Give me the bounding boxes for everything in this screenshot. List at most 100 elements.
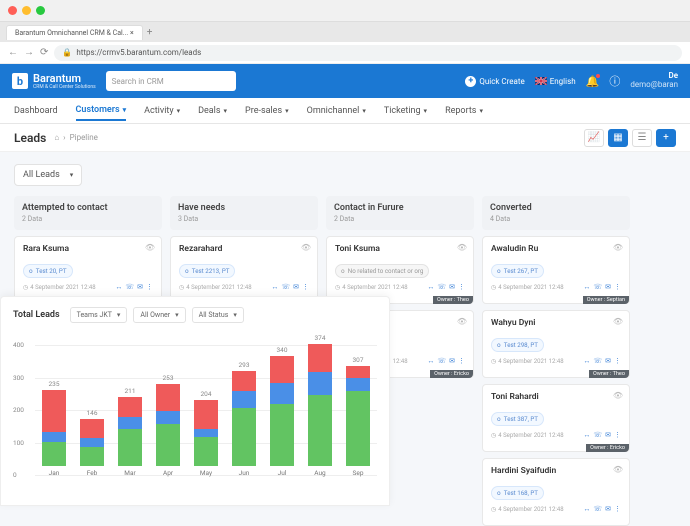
more-icon[interactable]: ⋮ (614, 283, 621, 291)
eye-icon[interactable]: 👁 (613, 465, 623, 474)
more-icon[interactable]: ⋮ (146, 283, 153, 291)
minimize-window-icon[interactable] (22, 6, 31, 15)
bar-column: 340Jul (270, 356, 294, 478)
quick-create-button[interactable]: + Quick Create (465, 76, 524, 87)
call-icon[interactable]: ☏ (593, 283, 602, 291)
owner-badge: Owner : Ericko (430, 370, 473, 378)
call-icon[interactable]: ☏ (593, 431, 602, 439)
mail-icon[interactable]: ✉ (293, 283, 299, 291)
view-kanban-button[interactable]: ▦ (608, 129, 628, 147)
nav-deals[interactable]: Deals▾ (198, 106, 227, 116)
bar-segment (80, 447, 104, 467)
call-icon[interactable]: ☏ (125, 283, 134, 291)
bar-value: 204 (201, 390, 212, 398)
lead-name: Toni Rahardi (491, 392, 621, 402)
mail-icon[interactable]: ✉ (605, 283, 611, 291)
more-icon[interactable]: ⋮ (302, 283, 309, 291)
user-menu[interactable]: De demo@baran (630, 72, 678, 90)
chevron-down-icon: ▾ (117, 311, 121, 319)
call-icon[interactable]: ☏ (437, 283, 446, 291)
nav-customers[interactable]: Customers▾ (76, 105, 127, 121)
lead-card[interactable]: 👁Hardini Syaifudin𝗈Test 168, PT◷4 Septem… (482, 458, 630, 526)
brand-logo[interactable]: b Barantum CRM & Call Center Solutions (12, 72, 96, 90)
mail-icon[interactable]: ✉ (449, 357, 455, 365)
chevron-down-icon: ▾ (233, 311, 237, 319)
mail-icon[interactable]: ✉ (137, 283, 143, 291)
all-leads-filter[interactable]: All Leads ▾ (14, 164, 82, 186)
call-icon[interactable]: ☏ (281, 283, 290, 291)
more-icon[interactable]: ⋮ (614, 357, 621, 365)
lead-card[interactable]: 👁Toni Rahardi𝗈Test 387, PT◷4 September 2… (482, 384, 630, 452)
chart-filter[interactable]: All Owner▾ (133, 307, 185, 323)
more-icon[interactable]: ⋮ (458, 357, 465, 365)
more-icon[interactable]: ⋮ (614, 505, 621, 513)
nav-dashboard[interactable]: Dashboard (14, 106, 58, 116)
mail-icon[interactable]: ✉ (449, 283, 455, 291)
lead-card[interactable]: 👁Wahyu Dyni𝗈Test 298, PT◷4 September 202… (482, 310, 630, 378)
close-window-icon[interactable] (8, 6, 17, 15)
nav-ticketing[interactable]: Ticketing▾ (384, 106, 427, 116)
lead-card[interactable]: 👁Rezarahard𝗈Test 2213, PT◷4 September 20… (170, 236, 318, 304)
bar-segment (232, 408, 256, 467)
lead-card[interactable]: 👁Toni Ksuma𝗈No related to contact or org… (326, 236, 474, 304)
maximize-window-icon[interactable] (36, 6, 45, 15)
x-tick: Jan (49, 469, 60, 477)
bar-column: 204May (194, 400, 218, 477)
call-icon[interactable]: ☏ (593, 505, 602, 513)
view-chart-button[interactable]: 📈 (584, 129, 604, 147)
call-icon[interactable]: ☏ (593, 357, 602, 365)
forward-icon[interactable]: → (24, 47, 34, 58)
action-icon[interactable]: ↔ (583, 431, 590, 439)
link-icon: 𝗈 (497, 267, 501, 275)
more-icon[interactable]: ⋮ (614, 431, 621, 439)
mail-icon[interactable]: ✉ (605, 431, 611, 439)
eye-icon[interactable]: 👁 (613, 391, 623, 400)
view-list-button[interactable]: ☰ (632, 129, 652, 147)
action-icon[interactable]: ↔ (427, 283, 434, 291)
nav-omnichannel[interactable]: Omnichannel▾ (307, 106, 366, 116)
eye-icon[interactable]: 👁 (301, 243, 311, 252)
nav-pre-sales[interactable]: Pre-sales▾ (245, 106, 289, 116)
bar-segment (42, 442, 66, 466)
link-icon: 𝗈 (29, 267, 33, 275)
chart-filter[interactable]: Teams JKT▾ (70, 307, 128, 323)
chevron-down-icon: ▾ (362, 107, 366, 115)
nav-activity[interactable]: Activity▾ (144, 106, 180, 116)
mail-icon[interactable]: ✉ (605, 505, 611, 513)
action-icon[interactable]: ↔ (271, 283, 278, 291)
action-icon[interactable]: ↔ (583, 357, 590, 365)
breadcrumb[interactable]: ⌂ › Pipeline (54, 133, 98, 142)
eye-icon[interactable]: 👁 (613, 317, 623, 326)
nav-reports[interactable]: Reports▾ (445, 106, 483, 116)
eye-icon[interactable]: 👁 (145, 243, 155, 252)
lead-name: Rara Ksuma (23, 244, 153, 254)
url-field[interactable]: 🔒 https://crmv5.barantum.com/leads (54, 45, 682, 61)
action-icon[interactable]: ↔ (583, 283, 590, 291)
chart-filter[interactable]: All Status▾ (192, 307, 244, 323)
language-switch[interactable]: English (535, 77, 576, 86)
more-icon[interactable]: ⋮ (458, 283, 465, 291)
lead-card[interactable]: 👁Rara Ksuma𝗈Test 20, PT◷4 September 2021… (14, 236, 162, 304)
eye-icon[interactable]: 👁 (613, 243, 623, 252)
lock-icon: 🔒 (62, 48, 72, 57)
call-icon[interactable]: ☏ (437, 357, 446, 365)
bar-value: 307 (353, 356, 364, 364)
mail-icon[interactable]: ✉ (605, 357, 611, 365)
search-input[interactable]: Search in CRM (106, 71, 236, 91)
add-lead-button[interactable]: + (656, 129, 676, 147)
bar-segment (308, 344, 332, 371)
eye-icon[interactable]: 👁 (457, 243, 467, 252)
lead-name: Toni Ksuma (335, 244, 465, 254)
lead-card[interactable]: 👁Awaludin Ru𝗈Test 267, PT◷4 September 20… (482, 236, 630, 304)
new-tab-button[interactable]: + (147, 27, 153, 38)
action-icon[interactable]: ↔ (583, 505, 590, 513)
eye-icon[interactable]: 👁 (457, 317, 467, 326)
reload-icon[interactable]: ⟳ (40, 47, 48, 58)
help-icon[interactable]: ⓘ (609, 73, 620, 89)
browser-tab[interactable]: Barantum Omnichannel CRM & Cal... × (6, 25, 143, 40)
bar-segment (118, 429, 142, 466)
back-icon[interactable]: ← (8, 47, 18, 58)
notifications-icon[interactable]: 🔔 (586, 75, 600, 88)
action-icon[interactable]: ↔ (115, 283, 122, 291)
action-icon[interactable]: ↔ (427, 357, 434, 365)
